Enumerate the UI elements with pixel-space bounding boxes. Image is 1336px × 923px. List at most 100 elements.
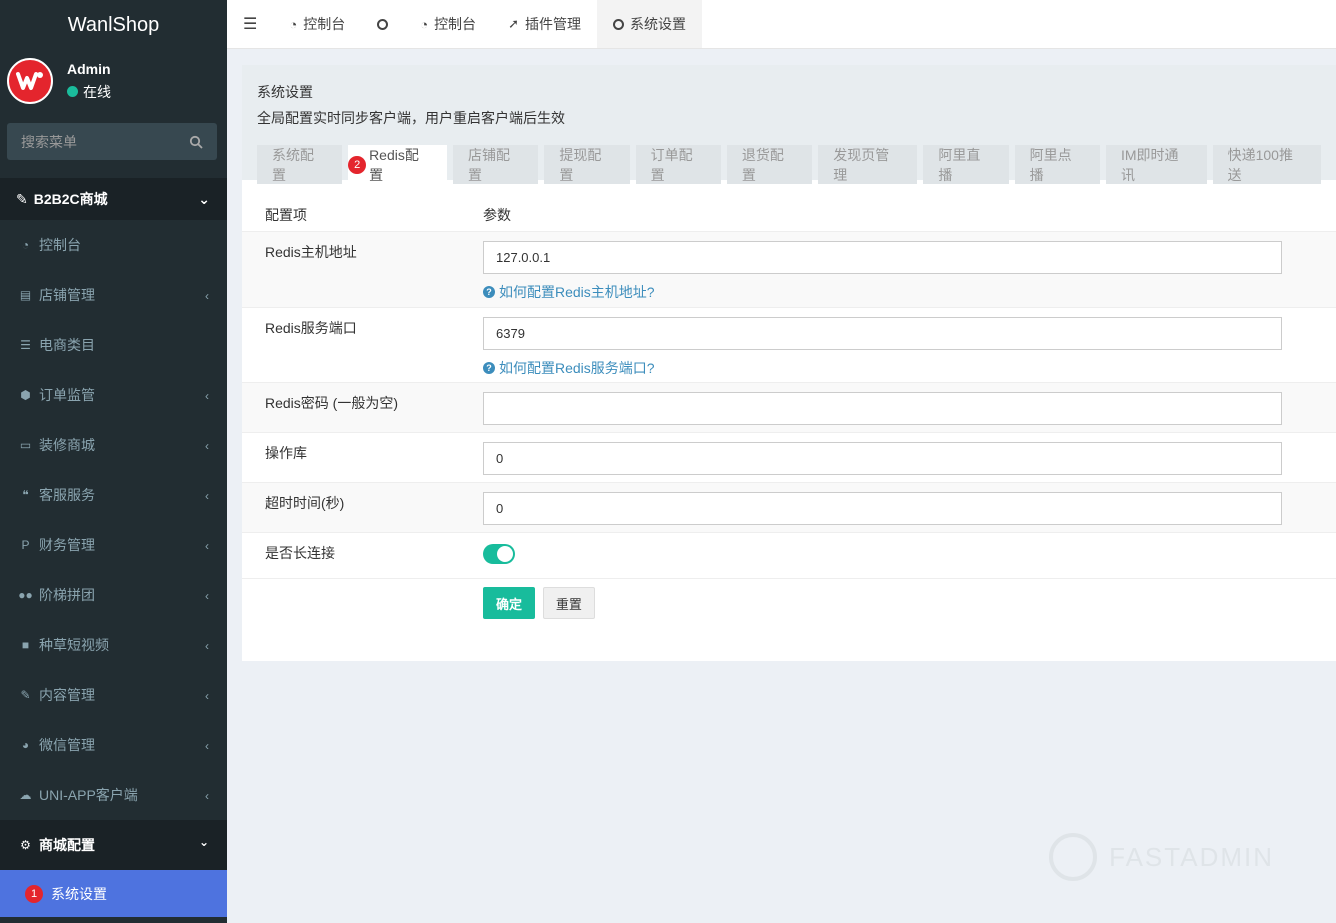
users-icon: ●●	[18, 588, 33, 602]
chevron-left-icon: ‹	[205, 289, 209, 303]
sidebar-item-label: 商城配置	[39, 837, 95, 853]
sidebar-item-label: 内容管理	[39, 687, 95, 703]
row-label: Redis主机地址	[265, 244, 357, 260]
user-status: 在线	[67, 82, 111, 102]
tab-ali-vod[interactable]: 阿里点播	[1014, 145, 1100, 184]
tab-withdraw-config[interactable]: 提现配置	[544, 145, 630, 184]
panel-header: 系统设置 全局配置实时同步客户端，用户重启客户端后生效 系统配置 2 Redis配…	[242, 65, 1336, 184]
sidebar-item-video[interactable]: ■ 种草短视频 ‹	[0, 620, 227, 670]
table-header: 配置项 参数	[242, 198, 1336, 231]
tab-discover-config[interactable]: 发现页管理	[818, 145, 918, 184]
sidebar-item-dashboard[interactable]: ◔ 控制台	[0, 220, 227, 270]
store-icon: ▤	[19, 288, 32, 302]
menu-group-b2b2c[interactable]: ✎ B2B2C商城 ⌄	[0, 178, 227, 220]
tab-order-config[interactable]: 订单配置	[635, 145, 721, 184]
sidebar-item-wechat[interactable]: ◕ 微信管理 ‹	[0, 720, 227, 770]
sidebar-item-label: 系统设置	[51, 885, 107, 902]
tab-dashboard[interactable]: ◔ 控制台	[273, 0, 361, 48]
settings-panel: 系统设置 全局配置实时同步客户端，用户重启客户端后生效 系统配置 2 Redis配…	[242, 65, 1336, 661]
top-nav: ☰ ◔ 控制台 ◔ 控制台 ➚ 插件管理 系统设置	[227, 0, 1336, 49]
chevron-left-icon: ‹	[205, 789, 209, 803]
user-status-label: 在线	[83, 83, 111, 100]
app-logo[interactable]: WanlShop	[0, 0, 227, 50]
reset-button[interactable]: 重置	[542, 587, 595, 619]
row-label: Redis密码 (一般为空)	[265, 395, 399, 411]
page-title: 系统设置	[257, 84, 313, 100]
table-row: Redis服务端口 ? 如何配置Redis服务端口?	[242, 307, 1336, 382]
tab-system-settings[interactable]: 系统设置	[596, 0, 702, 48]
avatar	[7, 58, 53, 104]
help-text: 如何配置Redis主机地址?	[499, 284, 655, 300]
dashboard-icon: ◔	[21, 238, 30, 252]
sidebar-item-label: 阶梯拼团	[39, 587, 95, 603]
redis-host-help-link[interactable]: ? 如何配置Redis主机地址?	[483, 282, 1336, 302]
tab-refund-config[interactable]: 退货配置	[726, 145, 813, 184]
menu-group-label: B2B2C商城	[33, 191, 108, 207]
help-text: 如何配置Redis服务端口?	[499, 360, 655, 376]
redis-timeout-input[interactable]	[483, 492, 1282, 525]
tab-label: 控制台	[434, 16, 477, 32]
sidebar-item-service[interactable]: ❝ 客服服务 ‹	[0, 470, 227, 520]
sidebar-item-system-settings[interactable]: 1 系统设置	[0, 870, 227, 917]
sidebar-item-decorate[interactable]: ▭ 装修商城 ‹	[0, 420, 227, 470]
sidebar-item-uniapp[interactable]: ☁ UNI-APP客户端 ‹	[0, 770, 227, 820]
tab-blank[interactable]	[361, 0, 404, 48]
chevron-left-icon: ‹	[205, 389, 209, 403]
tab-plugins[interactable]: ➚ 插件管理	[492, 0, 597, 48]
row-label: 操作库	[265, 445, 307, 461]
sidebar-toggle-button[interactable]: ☰	[227, 0, 273, 48]
search-input[interactable]	[21, 133, 171, 150]
monitor-icon: ▭	[19, 438, 32, 452]
sidebar: WanlShop Admin 在线 ✎ B2B2C商城 ⌄ ◔ 控制台 ▤ 店铺管理…	[0, 0, 227, 923]
sidebar-item-label: 微信管理	[39, 737, 95, 753]
tab-ali-live[interactable]: 阿里直播	[923, 145, 1009, 184]
circle-icon	[377, 18, 389, 30]
tab-im[interactable]: IM即时通讯	[1105, 145, 1207, 184]
redis-port-input[interactable]	[483, 317, 1282, 350]
fastadmin-logo-icon	[1049, 833, 1098, 881]
chevron-left-icon: ‹	[205, 589, 209, 603]
list-icon: ☰	[20, 338, 31, 352]
config-table: 配置项 参数 Redis主机地址 ? 如何配置Redis主机地址? Redis服务…	[242, 198, 1336, 648]
sidebar-item-label: 店铺管理	[39, 287, 95, 303]
cloud-icon: ☁	[19, 788, 32, 802]
redis-password-input[interactable]	[483, 392, 1282, 425]
cube-icon: ⬢	[20, 388, 31, 402]
tab-kuaidi100[interactable]: 快递100推送	[1212, 145, 1321, 184]
sidebar-section-shop-config[interactable]: ⚙ 商城配置 ⌄	[0, 820, 227, 870]
sidebar-item-label: UNI-APP客户端	[39, 787, 138, 803]
sidebar-item-category[interactable]: ☰ 电商类目	[0, 320, 227, 370]
redis-select-db-input[interactable]	[483, 442, 1282, 475]
chevron-left-icon: ‹	[205, 689, 209, 703]
tab-dashboard-2[interactable]: ◔ 控制台	[404, 0, 492, 48]
chevron-left-icon: ‹	[205, 739, 209, 753]
redis-port-help-link[interactable]: ? 如何配置Redis服务端口?	[483, 358, 1336, 378]
sidebar-item-store[interactable]: ▤ 店铺管理 ‹	[0, 270, 227, 320]
sidebar-item-label: 客服服务	[39, 487, 95, 503]
sidebar-item-orders[interactable]: ⬢ 订单监管 ‹	[0, 370, 227, 420]
tab-system-config[interactable]: 系统配置	[257, 145, 343, 184]
sidebar-item-label: 控制台	[39, 237, 81, 253]
table-row: Redis主机地址 ? 如何配置Redis主机地址?	[242, 231, 1336, 307]
gear-icon: ⚙	[20, 838, 31, 852]
brand-logo-icon	[16, 72, 43, 90]
table-row: 超时时间(秒)	[242, 482, 1336, 532]
chevron-down-icon: ⌄	[198, 835, 209, 849]
sidebar-item-finance[interactable]: P 财务管理 ‹	[0, 520, 227, 570]
tab-store-config[interactable]: 店铺配置	[453, 145, 539, 184]
table-row: 是否长连接	[242, 532, 1336, 578]
tab-redis-config[interactable]: 2 Redis配置	[348, 145, 448, 184]
search-icon[interactable]	[189, 135, 203, 149]
circle-icon	[612, 18, 624, 30]
chevron-down-icon: ⌄	[198, 190, 210, 207]
question-icon: ?	[483, 362, 495, 374]
question-icon: ?	[483, 286, 495, 298]
sidebar-item-groupbuy[interactable]: ●● 阶梯拼团 ‹	[0, 570, 227, 620]
sidebar-item-content[interactable]: ✎ 内容管理 ‹	[0, 670, 227, 720]
step-badge: 1	[25, 884, 43, 903]
tab-label: 插件管理	[524, 16, 581, 32]
redis-host-input[interactable]	[483, 241, 1282, 274]
menu-icon: ☰	[243, 16, 258, 33]
persistent-connection-toggle[interactable]	[483, 544, 515, 564]
confirm-button[interactable]: 确定	[483, 587, 536, 619]
